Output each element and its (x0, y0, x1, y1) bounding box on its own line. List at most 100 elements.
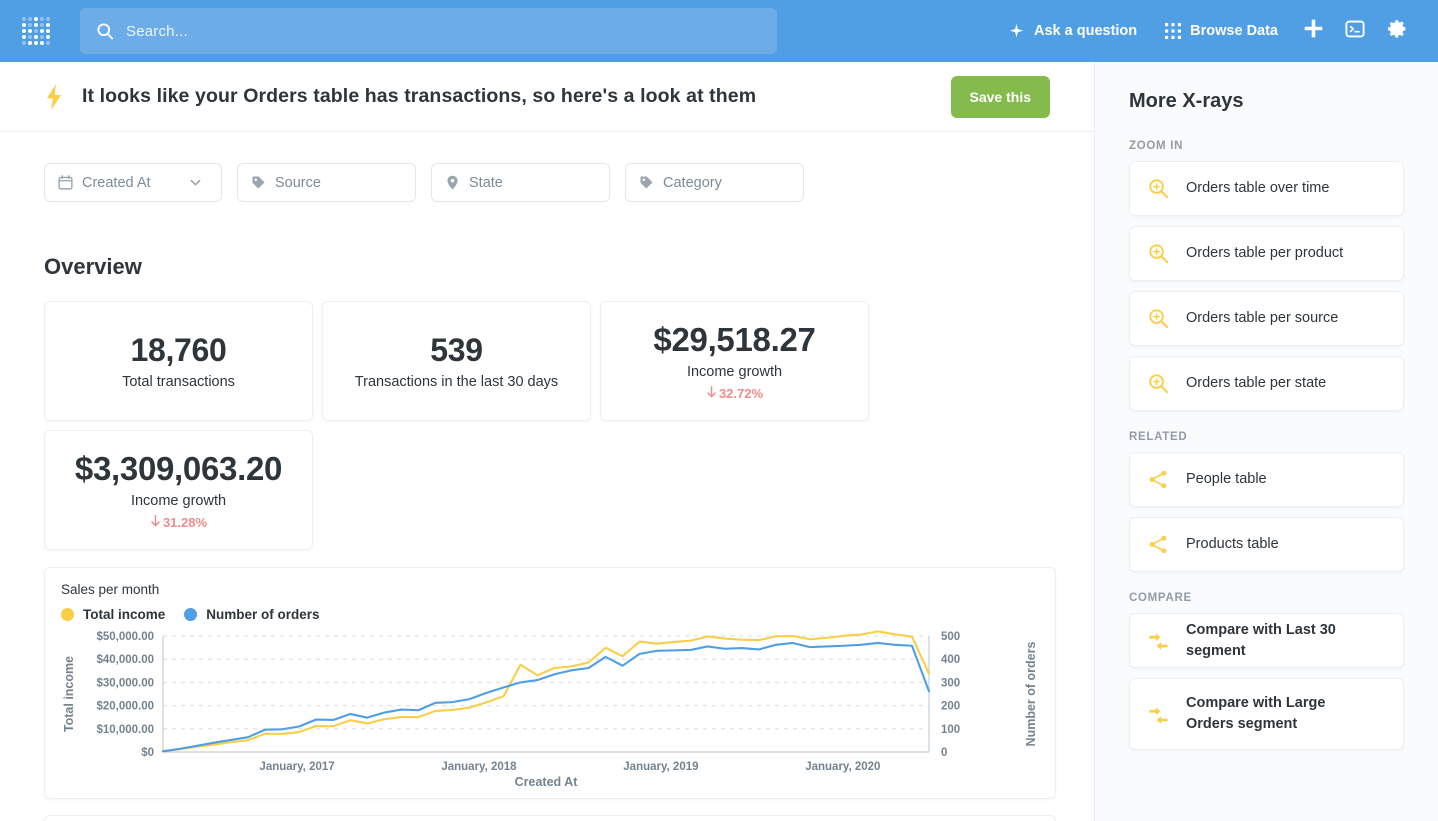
scroll-content: Created At Source (0, 132, 1094, 821)
sidebar-item-label: Compare with Large Orders segment (1186, 693, 1356, 734)
xray-header-bar: It looks like your Orders table has tran… (0, 62, 1094, 132)
svg-text:January, 2019: January, 2019 (623, 761, 698, 773)
arrow-down-icon (150, 515, 161, 530)
zoom-in-icon (1148, 373, 1169, 394)
svg-text:$10,000.00: $10,000.00 (96, 724, 154, 736)
ask-a-question-button[interactable]: Ask a question (994, 15, 1151, 48)
sidebar-item-compare-large-orders[interactable]: Compare with Large Orders segment (1129, 678, 1404, 750)
chevron-down-icon (189, 176, 202, 189)
sidebar-item-orders-per-state[interactable]: Orders table per state (1129, 356, 1404, 411)
grid-icon (1165, 23, 1181, 39)
sidebar-section-heading-zoom-in: ZOOM IN (1129, 140, 1404, 152)
zoom-in-icon (1148, 178, 1169, 199)
stat-value: 539 (430, 332, 483, 370)
stat-card-income-growth-monthly[interactable]: $29,518.27 Income growth 32.72% (600, 301, 869, 421)
share-network-icon (1148, 469, 1169, 490)
filter-source-label: Source (275, 175, 321, 191)
sidebar-section-heading-related: RELATED (1129, 431, 1404, 443)
arrow-down-icon (706, 386, 717, 401)
gear-icon (1387, 18, 1408, 44)
svg-text:$30,000.00: $30,000.00 (96, 677, 154, 689)
filter-state-label: State (469, 175, 503, 191)
svg-text:January, 2017: January, 2017 (259, 761, 334, 773)
overview-heading: Overview (44, 254, 1050, 280)
stat-value: $3,309,063.20 (75, 450, 282, 489)
svg-text:Created At: Created At (515, 775, 579, 788)
svg-text:0: 0 (941, 747, 947, 759)
sidebar-section-heading-compare: COMPARE (1129, 592, 1404, 604)
zoom-in-icon (1148, 243, 1169, 264)
stat-delta-value: 32.72% (719, 386, 763, 401)
page-body: It looks like your Orders table has tran… (0, 62, 1438, 821)
stat-card-total-transactions[interactable]: 18,760 Total transactions (44, 301, 313, 421)
sidebar-item-people-table[interactable]: People table (1129, 452, 1404, 507)
svg-text:300: 300 (941, 677, 960, 689)
top-navigation-bar: Search... Ask a question (0, 0, 1438, 62)
sql-console-button[interactable] (1334, 10, 1376, 52)
search-input[interactable]: Search... (80, 8, 777, 54)
svg-text:$50,000.00: $50,000.00 (96, 631, 154, 643)
legend-label: Total income (83, 607, 165, 622)
legend-color-swatch (184, 608, 197, 621)
tag-icon (639, 175, 654, 190)
legend-item-number-of-orders[interactable]: Number of orders (184, 607, 319, 622)
sidebar-item-products-table[interactable]: Products table (1129, 517, 1404, 572)
filter-bar: Created At Source (44, 163, 1050, 202)
filter-category-label: Category (663, 175, 722, 191)
page-title: It looks like your Orders table has tran… (82, 85, 756, 108)
stat-label: Income growth (687, 364, 782, 380)
svg-text:January, 2018: January, 2018 (441, 761, 517, 773)
sidebar-item-compare-last-30[interactable]: Compare with Last 30 segment (1129, 613, 1404, 668)
stat-card-income-growth-total[interactable]: $3,309,063.20 Income growth 31.28% (44, 430, 313, 550)
save-this-button[interactable]: Save this (951, 76, 1050, 118)
settings-button[interactable] (1376, 10, 1418, 52)
calendar-icon (58, 175, 73, 190)
svg-text:500: 500 (941, 631, 960, 643)
stat-label: Income growth (131, 493, 226, 509)
plus-icon (1303, 18, 1324, 44)
filter-source[interactable]: Source (237, 163, 416, 202)
share-network-icon (1148, 534, 1169, 555)
sidebar-item-orders-per-product[interactable]: Orders table per product (1129, 226, 1404, 281)
chart-card-secondary[interactable]: Sales per month (44, 815, 1056, 821)
nav-actions: Ask a question (994, 10, 1424, 52)
sidebar-item-label: Orders table per product (1186, 243, 1343, 264)
browse-data-button[interactable]: Browse Data (1151, 15, 1292, 47)
new-item-button[interactable] (1292, 10, 1334, 52)
sidebar-item-label: Products table (1186, 534, 1279, 555)
svg-text:$20,000.00: $20,000.00 (96, 701, 154, 713)
svg-text:$40,000.00: $40,000.00 (96, 654, 154, 666)
filter-created-at[interactable]: Created At (44, 163, 222, 202)
logo-dot-grid (22, 17, 50, 45)
chart-title: Sales per month (61, 582, 1039, 597)
svg-text:$0: $0 (141, 747, 154, 759)
sidebar-item-orders-over-time[interactable]: Orders table over time (1129, 161, 1404, 216)
line-chart-svg: $00$10,000.00100$20,000.00200$30,000.003… (61, 628, 1041, 788)
sidebar-item-orders-per-source[interactable]: Orders table per source (1129, 291, 1404, 346)
status-badge: 31.28% (150, 515, 207, 530)
stat-card-transactions-last-30-days[interactable]: 539 Transactions in the last 30 days (322, 301, 591, 421)
sidebar-item-label: People table (1186, 469, 1267, 490)
sidebar-item-label: Orders table per state (1186, 373, 1326, 394)
stat-label: Transactions in the last 30 days (355, 374, 558, 390)
compare-arrows-icon (1148, 630, 1169, 651)
legend-item-total-income[interactable]: Total income (61, 607, 165, 622)
filter-created-at-label: Created At (82, 175, 151, 191)
tag-icon (251, 175, 266, 190)
filter-state[interactable]: State (431, 163, 610, 202)
filter-category[interactable]: Category (625, 163, 804, 202)
metabase-logo[interactable] (14, 9, 58, 53)
browse-data-label: Browse Data (1190, 23, 1278, 39)
location-pin-icon (445, 175, 460, 190)
compare-arrows-icon (1148, 704, 1169, 725)
ask-a-question-label: Ask a question (1034, 23, 1137, 39)
svg-text:January, 2020: January, 2020 (805, 761, 880, 773)
zoom-in-icon (1148, 308, 1169, 329)
status-badge: 32.72% (706, 386, 763, 401)
chart-card-sales-per-month[interactable]: Sales per month Total income Number of o… (44, 567, 1056, 799)
svg-text:400: 400 (941, 654, 960, 666)
stat-delta-value: 31.28% (163, 515, 207, 530)
chart-plot-area: $00$10,000.00100$20,000.00200$30,000.003… (61, 628, 1039, 788)
svg-text:200: 200 (941, 701, 960, 713)
sidebar-item-label: Orders table over time (1186, 178, 1329, 199)
